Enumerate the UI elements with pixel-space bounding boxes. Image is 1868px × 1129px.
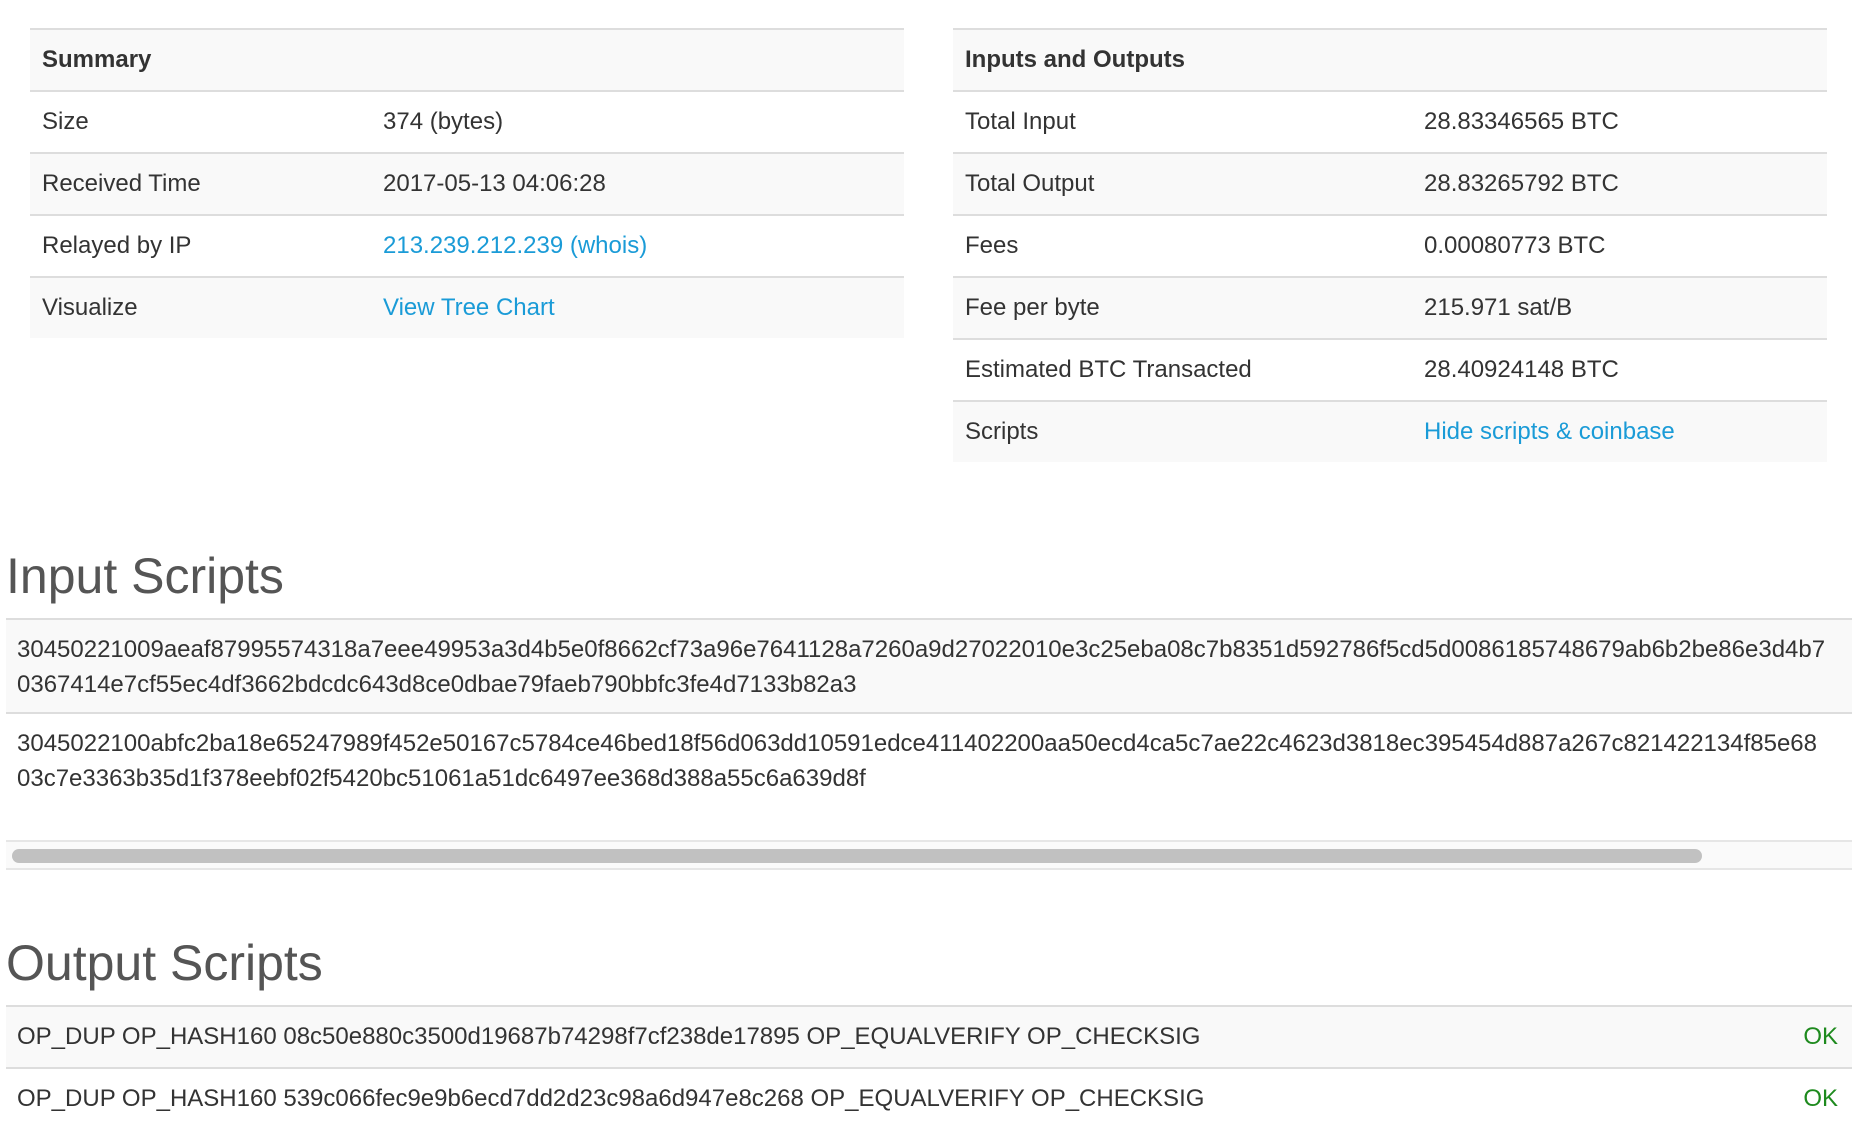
size-label: Size <box>30 90 371 153</box>
visualize-label: Visualize <box>30 276 371 338</box>
output-script-text: OP_DUP OP_HASH160 08c50e880c3500d19687b7… <box>6 1005 1762 1068</box>
received-time-label: Received Time <box>30 152 371 215</box>
io-header: Inputs and Outputs <box>953 28 1827 92</box>
input-script-line: 3045022100abfc2ba18e65247989f452e50167c5… <box>17 730 1817 757</box>
summary-row-visualize: Visualize View Tree Chart <box>30 276 904 338</box>
output-scripts-table: OP_DUP OP_HASH160 08c50e880c3500d19687b7… <box>6 1005 1852 1129</box>
scripts-label: Scripts <box>953 400 1412 462</box>
output-status-ok: OK <box>1762 1067 1852 1129</box>
fee-per-byte-value: 215.971 sat/B <box>1412 276 1827 339</box>
summary-header-row: Summary <box>30 28 904 92</box>
io-row-total-output: Total Output 28.83265792 BTC <box>953 152 1827 215</box>
fees-label: Fees <box>953 214 1412 277</box>
hide-scripts-link[interactable]: Hide scripts & coinbase <box>1424 418 1675 445</box>
io-header-row: Inputs and Outputs <box>953 28 1827 92</box>
fees-value: 0.00080773 BTC <box>1412 214 1827 277</box>
output-script-text: OP_DUP OP_HASH160 539c066fec9e9b6ecd7dd2… <box>6 1067 1762 1129</box>
total-output-value: 28.83265792 BTC <box>1412 152 1827 215</box>
input-script-row: 30450221009aeaf87995574318a7eee49953a3d4… <box>6 618 1852 712</box>
summary-row-received-time: Received Time 2017-05-13 04:06:28 <box>30 152 904 215</box>
output-script-row: OP_DUP OP_HASH160 08c50e880c3500d19687b7… <box>6 1005 1852 1068</box>
view-tree-chart-link[interactable]: View Tree Chart <box>383 294 555 321</box>
inputs-outputs-table: Inputs and Outputs Total Input 28.833465… <box>953 28 1827 462</box>
relayed-ip-whois-link[interactable]: 213.239.212.239 (whois) <box>383 232 647 259</box>
visualize-cell: View Tree Chart <box>371 276 904 338</box>
io-row-total-input: Total Input 28.83346565 BTC <box>953 90 1827 153</box>
total-input-value: 28.83346565 BTC <box>1412 90 1827 153</box>
size-value: 374 (bytes) <box>371 90 904 153</box>
horizontal-scrollbar[interactable] <box>6 840 1852 870</box>
input-scripts-panel: 30450221009aeaf87995574318a7eee49953a3d4… <box>6 618 1852 870</box>
summary-table: Summary Size 374 (bytes) Received Time 2… <box>30 28 904 338</box>
summary-header: Summary <box>30 28 904 92</box>
summary-row-size: Size 374 (bytes) <box>30 90 904 153</box>
output-status-ok: OK <box>1762 1005 1852 1068</box>
relayed-by-ip-cell: 213.239.212.239 (whois) <box>371 214 904 277</box>
io-row-scripts: Scripts Hide scripts & coinbase <box>953 400 1827 462</box>
summary-row-relayed-by-ip: Relayed by IP 213.239.212.239 (whois) <box>30 214 904 277</box>
input-script-line: 03c7e3363b35d1f378eebf02f5420bc51061a51d… <box>17 765 866 792</box>
input-script-line: 30450221009aeaf87995574318a7eee49953a3d4… <box>17 636 1826 663</box>
io-row-fees: Fees 0.00080773 BTC <box>953 214 1827 277</box>
total-input-label: Total Input <box>953 90 1412 153</box>
input-script-row: 3045022100abfc2ba18e65247989f452e50167c5… <box>6 712 1852 806</box>
input-scripts-heading: Input Scripts <box>6 548 284 604</box>
io-row-estimated-btc: Estimated BTC Transacted 28.40924148 BTC <box>953 338 1827 401</box>
scripts-cell: Hide scripts & coinbase <box>1412 400 1827 462</box>
io-row-fee-per-byte: Fee per byte 215.971 sat/B <box>953 276 1827 339</box>
scrollbar-thumb[interactable] <box>12 849 1702 863</box>
total-output-label: Total Output <box>953 152 1412 215</box>
input-script-line: 0367414e7cf55ec4df3662bdcdc643d8ce0dbae7… <box>17 671 857 698</box>
received-time-value: 2017-05-13 04:06:28 <box>371 152 904 215</box>
output-scripts-heading: Output Scripts <box>6 935 323 991</box>
estimated-btc-label: Estimated BTC Transacted <box>953 338 1412 401</box>
estimated-btc-value: 28.40924148 BTC <box>1412 338 1827 401</box>
output-script-row: OP_DUP OP_HASH160 539c066fec9e9b6ecd7dd2… <box>6 1067 1852 1129</box>
fee-per-byte-label: Fee per byte <box>953 276 1412 339</box>
relayed-by-ip-label: Relayed by IP <box>30 214 371 277</box>
